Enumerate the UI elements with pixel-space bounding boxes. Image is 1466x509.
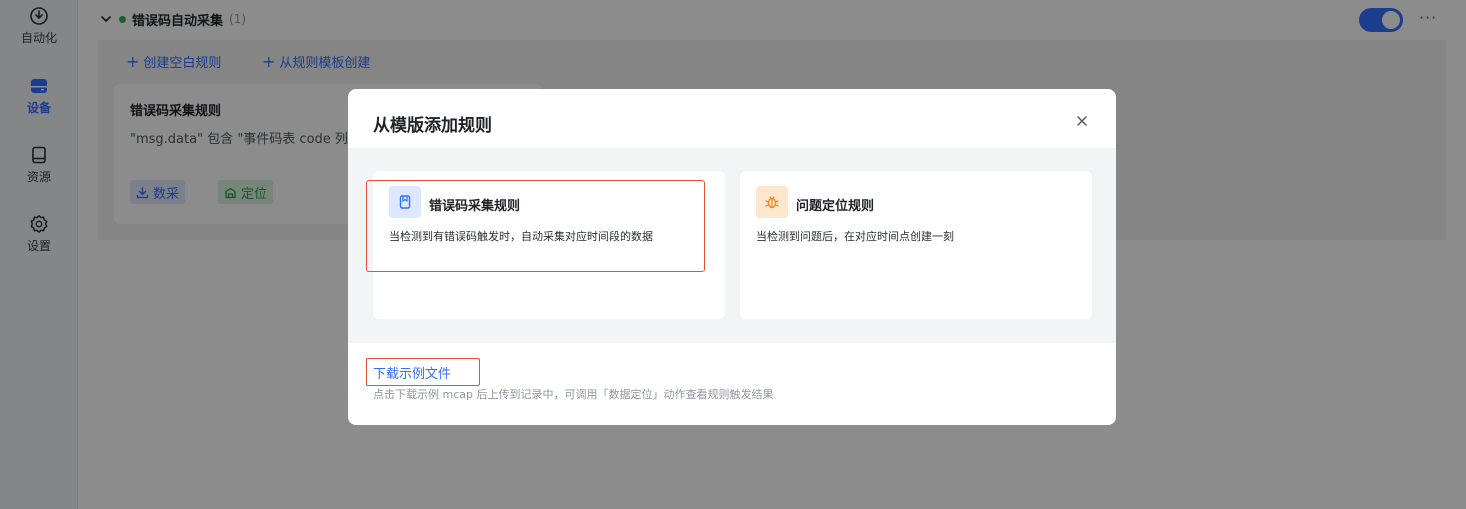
template-list: 错误码采集规则 当检测到有错误码触发时，自动采集对应时间段的数据 问题定位规则 … [348,148,1116,343]
bug-icon [756,186,788,218]
template-description: 当检测到问题后，在对应时间点创建一刻 [756,230,954,243]
template-card-error-code[interactable]: 错误码采集规则 当检测到有错误码触发时，自动采集对应时间段的数据 [373,171,725,319]
template-modal: 从模版添加规则 错误码采集规则 当检测到有错误码触发时，自动采集对应时间段的数据… [348,89,1116,425]
template-title: 错误码采集规则 [429,199,521,214]
download-hint: 点击下载示例 mcap 后上传到记录中，可调用「数据定位」动作查看规则触发结果 [373,388,774,401]
bookmark-icon [389,186,421,218]
close-icon[interactable] [1074,113,1090,129]
template-description: 当检测到有错误码触发时，自动采集对应时间段的数据 [389,230,653,243]
template-title: 问题定位规则 [796,199,875,214]
modal-title: 从模版添加规则 [373,116,492,136]
template-card-problem-locate[interactable]: 问题定位规则 当检测到问题后，在对应时间点创建一刻 [740,171,1092,319]
download-sample-link[interactable]: 下载示例文件 [373,363,451,382]
